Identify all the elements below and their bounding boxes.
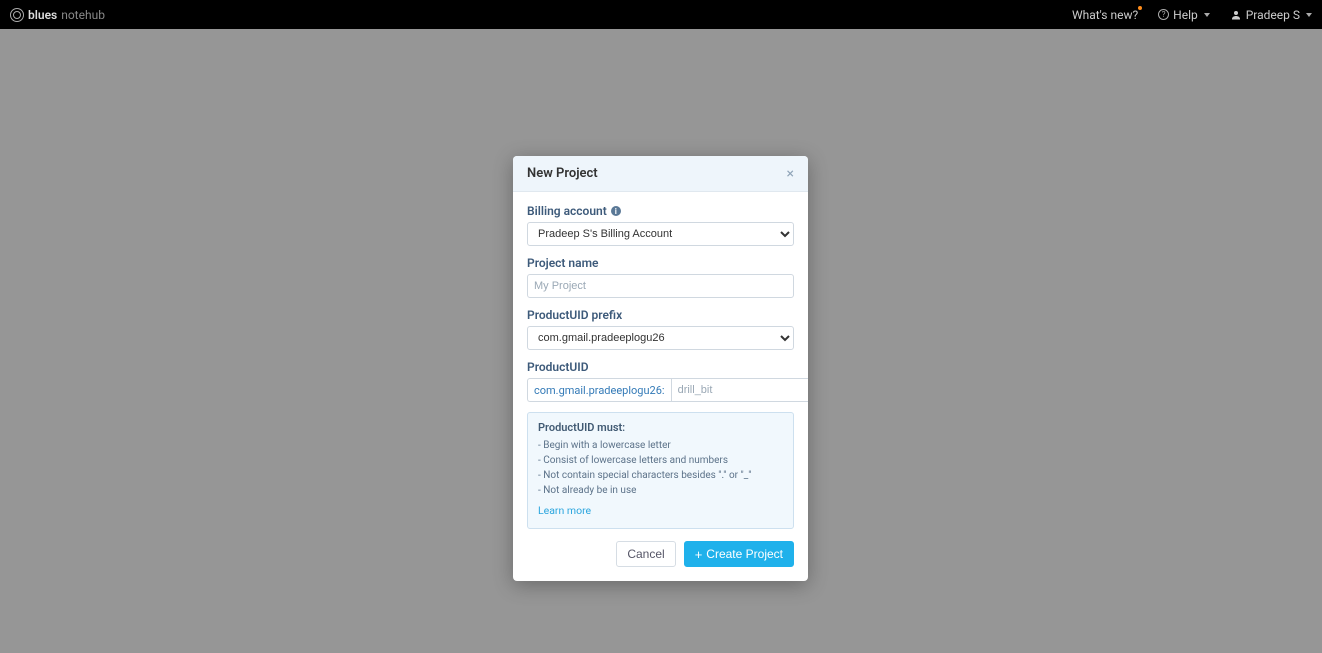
project-name-label: Project name <box>527 256 794 270</box>
user-label: Pradeep S <box>1246 8 1300 22</box>
modal-body: Billing account i Pradeep S's Billing Ac… <box>513 192 808 581</box>
modal-title: New Project <box>527 166 598 181</box>
chevron-down-icon <box>1204 13 1210 17</box>
whats-new-label: What's new? <box>1072 8 1138 22</box>
help-label: Help <box>1173 8 1198 22</box>
topbar-right: What's new? ? Help Pradeep S <box>1072 8 1312 22</box>
productuid-prefix-text: com.gmail.pradeeplogu26: <box>527 378 671 402</box>
brand-bold: blues <box>28 8 57 22</box>
brand-logo-icon <box>10 8 24 22</box>
productuid-prefix-label: ProductUID prefix <box>527 308 794 322</box>
new-project-modal: New Project × Billing account i Pradeep … <box>513 156 808 581</box>
brand[interactable]: blues notehub <box>10 8 105 22</box>
modal-header: New Project × <box>513 156 808 192</box>
rule-item: Not already be in use <box>538 483 783 498</box>
user-menu[interactable]: Pradeep S <box>1230 8 1312 22</box>
user-icon <box>1230 9 1242 21</box>
help-icon: ? <box>1158 9 1169 20</box>
billing-account-label-text: Billing account <box>527 204 607 218</box>
billing-account-select[interactable]: Pradeep S's Billing Account <box>527 222 794 246</box>
rules-title: ProductUID must: <box>538 421 783 434</box>
help-menu[interactable]: ? Help <box>1158 8 1210 22</box>
chevron-down-icon <box>1306 13 1312 17</box>
rule-item: Begin with a lowercase letter <box>538 438 783 453</box>
productuid-label: ProductUID <box>527 360 794 374</box>
project-name-input[interactable] <box>527 274 794 298</box>
close-icon[interactable]: × <box>787 167 794 181</box>
productuid-prefix-select[interactable]: com.gmail.pradeeplogu26 <box>527 326 794 350</box>
create-label: Create Project <box>706 547 783 561</box>
brand-sub: notehub <box>61 8 105 22</box>
productuid-rules-box: ProductUID must: Begin with a lowercase … <box>527 412 794 529</box>
rule-item: Consist of lowercase letters and numbers <box>538 453 783 468</box>
billing-account-label: Billing account i <box>527 204 794 218</box>
whats-new-link[interactable]: What's new? <box>1072 8 1138 22</box>
modal-footer: Cancel + Create Project <box>527 541 794 567</box>
rules-list: Begin with a lowercase letter Consist of… <box>538 438 783 498</box>
info-icon[interactable]: i <box>611 206 621 216</box>
cancel-label: Cancel <box>627 547 664 561</box>
topbar: blues notehub What's new? ? Help Pradeep … <box>0 0 1322 29</box>
learn-more-link[interactable]: Learn more <box>538 504 591 517</box>
create-project-button[interactable]: + Create Project <box>684 541 794 567</box>
plus-icon: + <box>695 548 703 561</box>
rule-item: Not contain special characters besides "… <box>538 468 783 483</box>
cancel-button[interactable]: Cancel <box>616 541 675 567</box>
productuid-input[interactable] <box>671 378 808 402</box>
productuid-input-group: com.gmail.pradeeplogu26: <box>527 378 794 402</box>
